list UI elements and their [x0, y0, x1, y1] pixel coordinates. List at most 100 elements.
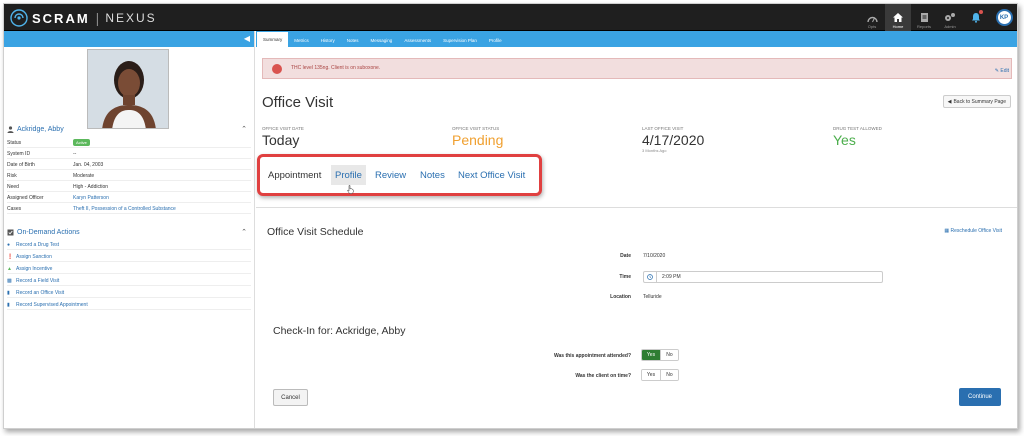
divider: [256, 207, 1017, 208]
nav-opts[interactable]: Opts: [859, 4, 885, 31]
brand-name: SCRAM: [32, 10, 90, 26]
tab-supervision-plan[interactable]: Supervision Plan: [437, 33, 483, 47]
checkbox-icon: [7, 229, 14, 235]
status-badge: Active: [73, 138, 90, 146]
nav-reports[interactable]: Reports: [911, 4, 937, 31]
client-info-header[interactable]: Ackridge, Abby ⌃: [7, 122, 251, 136]
attended-toggle: Yes No: [641, 349, 679, 361]
time-input[interactable]: 2:09 PM: [643, 271, 883, 283]
action-record-field-visit[interactable]: ▩ Record a Field Visit: [7, 276, 251, 286]
client-field-need: Need High - Addiction: [7, 182, 251, 192]
document-icon: ▮: [7, 289, 10, 296]
action-assign-incentive[interactable]: ▲ Assign Incentive: [7, 264, 251, 274]
time-value: 2:09 PM: [662, 274, 681, 280]
scram-logo-icon: [10, 9, 28, 27]
on-time-no-button[interactable]: No: [660, 370, 678, 380]
alert-banner: THC level 135ng. Client is on suboxone.: [262, 58, 1012, 79]
client-field-cases: Cases Theft II, Possession of a Controll…: [7, 204, 251, 214]
main-content: THC level 135ng. Client is on suboxone. …: [256, 47, 1017, 428]
client-field-system-id: System ID --: [7, 149, 251, 159]
cancel-button[interactable]: Cancel: [273, 389, 308, 406]
tab-notes[interactable]: Notes: [341, 33, 365, 47]
notifications-button[interactable]: [963, 4, 989, 31]
stat-visit-status: Office Visit Status Pending: [452, 126, 504, 148]
chevron-up-icon[interactable]: ⌃: [241, 125, 247, 133]
tab-assessments[interactable]: Assessments: [398, 33, 437, 47]
attended-yes-button[interactable]: Yes: [642, 350, 660, 360]
edit-alert-link[interactable]: ✎ Edit: [995, 68, 1009, 74]
back-icon: ◀: [947, 98, 952, 105]
client-sidebar: ◀ Ackridge, Abby ⌃ Status Active System …: [4, 31, 255, 428]
tab-metrics[interactable]: Metrics: [288, 33, 315, 47]
actions-title: On-Demand Actions: [17, 228, 80, 236]
page-title: Office Visit: [262, 94, 334, 111]
product-name: NEXUS: [105, 11, 157, 25]
nav-admin-label: Admin: [944, 24, 956, 29]
attended-no-button[interactable]: No: [660, 350, 678, 360]
subtab-next-office-visit[interactable]: Next Office Visit: [458, 165, 525, 185]
client-field-dob: Date of Birth Jan. 04, 2003: [7, 160, 251, 170]
action-record-supervised-appointment[interactable]: ▮ Record Supervised Appointment: [7, 300, 251, 310]
location-label: Location: [610, 294, 631, 300]
tab-history[interactable]: History: [315, 33, 341, 47]
back-to-summary-button[interactable]: ◀ Back to Summary Page: [942, 95, 1011, 108]
location-value: Telluride: [643, 294, 662, 300]
on-time-yes-button[interactable]: Yes: [642, 370, 660, 380]
client-name: Ackridge, Abby: [17, 125, 64, 133]
subtab-review[interactable]: Review: [375, 165, 406, 185]
home-icon: [893, 13, 903, 22]
date-label: Date: [620, 253, 631, 259]
reschedule-link[interactable]: ▦ Reschedule Office Visit: [944, 228, 1002, 234]
gears-icon: [945, 13, 955, 21]
map-icon: ▩: [7, 277, 12, 284]
calendar-icon: ▦: [944, 228, 950, 234]
checkin-title: Check-In for: Ackridge, Abby: [273, 325, 406, 337]
user-avatar: KP: [995, 9, 1013, 26]
person-icon: [7, 125, 14, 133]
on-time-toggle: Yes No: [641, 369, 679, 381]
subtab-profile[interactable]: Profile: [331, 165, 366, 185]
nav-home[interactable]: Home: [885, 4, 911, 31]
client-tabs: Summary Metrics History Notes Messaging …: [256, 31, 1017, 47]
clock-icon: [644, 272, 657, 282]
question-on-time: Was the client on time?: [575, 373, 631, 379]
assigned-officer-link[interactable]: Karyn Patterson: [73, 195, 109, 201]
cases-link[interactable]: Theft II, Possession of a Controlled Sub…: [73, 206, 176, 212]
app-logo[interactable]: SCRAM | NEXUS: [10, 9, 157, 27]
app-window: SCRAM | NEXUS Opts Home Reports Admin KP…: [3, 3, 1018, 429]
tab-profile[interactable]: Profile: [483, 33, 508, 47]
chevron-up-icon[interactable]: ⌃: [241, 228, 247, 236]
trophy-icon: ▲: [7, 265, 12, 272]
nav-reports-label: Reports: [916, 24, 931, 29]
tab-messaging[interactable]: Messaging: [365, 33, 399, 47]
action-record-drug-test[interactable]: ● Record a Drug Test: [7, 240, 251, 250]
action-record-office-visit[interactable]: ▮ Record an Office Visit: [7, 288, 251, 298]
subtab-notes[interactable]: Notes: [420, 165, 445, 185]
top-bar: SCRAM | NEXUS Opts Home Reports Admin KP: [4, 4, 1017, 31]
schedule-title: Office Visit Schedule: [267, 226, 364, 238]
actions-header[interactable]: On-Demand Actions ⌃: [7, 225, 251, 239]
sidebar-strip: ◀: [4, 31, 254, 47]
user-menu[interactable]: KP: [989, 4, 1017, 31]
alert-text: THC level 135ng. Client is on suboxone.: [291, 65, 381, 71]
client-portrait: [88, 50, 168, 128]
collapse-sidebar-icon[interactable]: ◀: [244, 34, 250, 43]
nav-admin[interactable]: Admin: [937, 4, 963, 31]
client-field-risk: Risk Moderate: [7, 171, 251, 181]
brand-separator: |: [95, 10, 100, 26]
person-icon: ●: [7, 241, 11, 248]
alert-icon: [272, 64, 282, 74]
alert-icon: ❗: [7, 253, 14, 260]
nav-home-label: Home: [892, 24, 904, 29]
tab-summary[interactable]: Summary: [257, 32, 289, 47]
hand-cursor-icon: [347, 185, 354, 194]
edit-icon: ✎: [994, 68, 999, 74]
stat-visit-date: Office Visit Date Today: [262, 126, 304, 148]
date-value: 7/10/2020: [643, 253, 666, 259]
subtab-appointment[interactable]: Appointment: [268, 165, 321, 185]
dashboard-icon: [866, 16, 878, 23]
action-assign-sanction[interactable]: ❗ Assign Sanction: [7, 252, 251, 262]
nav-opts-label: Opts: [867, 24, 877, 29]
continue-button[interactable]: Continue: [959, 388, 1001, 406]
question-attended: Was this appointment attended?: [553, 353, 631, 359]
